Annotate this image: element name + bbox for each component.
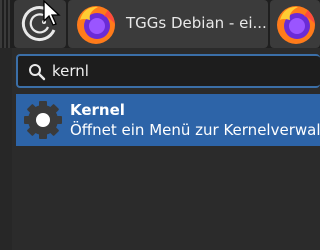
taskbar: TGGs Debian - ei... bbox=[0, 0, 320, 48]
taskbar-window-firefox[interactable]: TGGs Debian - ei... bbox=[68, 0, 268, 48]
result-description: Öffnet ein Menü zur Kernelverwalt bbox=[70, 121, 320, 139]
search-field[interactable]: kernl bbox=[16, 54, 320, 88]
firefox-icon bbox=[77, 6, 115, 44]
search-input[interactable]: kernl bbox=[52, 62, 89, 80]
result-title: Kernel bbox=[70, 101, 125, 119]
taskbar-window-firefox-2[interactable] bbox=[270, 0, 320, 48]
firefox-icon bbox=[277, 6, 315, 44]
mouse-cursor-icon bbox=[43, 0, 61, 26]
search-result-item[interactable]: Kernel Öffnet ein Menü zur Kernelverwalt bbox=[16, 94, 320, 146]
search-icon bbox=[29, 64, 46, 81]
taskbar-grip[interactable] bbox=[0, 0, 10, 48]
gear-icon bbox=[24, 101, 62, 139]
panel-edge bbox=[0, 48, 12, 250]
window-title: TGGs Debian - ei... bbox=[126, 14, 267, 32]
